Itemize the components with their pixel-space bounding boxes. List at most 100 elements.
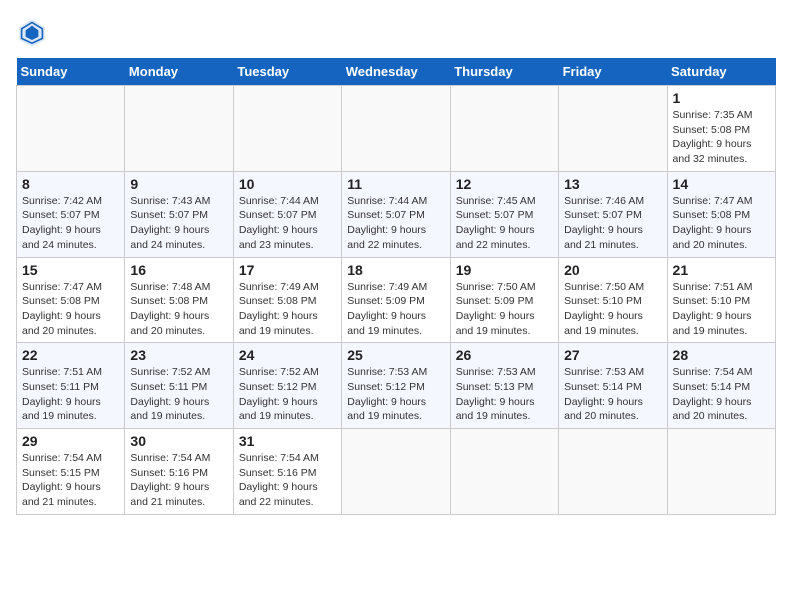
calendar-row: 29 Sunrise: 7:54 AM Sunset: 5:15 PM Dayli… bbox=[17, 429, 776, 515]
day-info: Sunrise: 7:50 AM Sunset: 5:10 PM Dayligh… bbox=[564, 280, 661, 339]
weekday-header: Monday bbox=[125, 58, 233, 86]
logo-icon bbox=[16, 16, 48, 48]
day-info: Sunrise: 7:54 AM Sunset: 5:15 PM Dayligh… bbox=[22, 451, 119, 510]
calendar-header: SundayMondayTuesdayWednesdayThursdayFrid… bbox=[17, 58, 776, 86]
day-number: 24 bbox=[239, 347, 336, 363]
day-cell: 14 Sunrise: 7:47 AM Sunset: 5:08 PM Dayli… bbox=[667, 171, 775, 257]
day-info: Sunrise: 7:51 AM Sunset: 5:11 PM Dayligh… bbox=[22, 365, 119, 424]
day-info: Sunrise: 7:35 AM Sunset: 5:08 PM Dayligh… bbox=[673, 108, 770, 167]
day-cell: 18 Sunrise: 7:49 AM Sunset: 5:09 PM Dayli… bbox=[342, 257, 450, 343]
calendar-row: 8 Sunrise: 7:42 AM Sunset: 5:07 PM Daylig… bbox=[17, 171, 776, 257]
day-number: 9 bbox=[130, 176, 227, 192]
day-info: Sunrise: 7:49 AM Sunset: 5:09 PM Dayligh… bbox=[347, 280, 444, 339]
empty-cell bbox=[342, 86, 450, 172]
day-number: 21 bbox=[673, 262, 770, 278]
day-info: Sunrise: 7:45 AM Sunset: 5:07 PM Dayligh… bbox=[456, 194, 553, 253]
calendar-row: 22 Sunrise: 7:51 AM Sunset: 5:11 PM Dayli… bbox=[17, 343, 776, 429]
day-cell: 1 Sunrise: 7:35 AM Sunset: 5:08 PM Daylig… bbox=[667, 86, 775, 172]
calendar-body: 1 Sunrise: 7:35 AM Sunset: 5:08 PM Daylig… bbox=[17, 86, 776, 515]
empty-cell bbox=[667, 429, 775, 515]
day-cell: 8 Sunrise: 7:42 AM Sunset: 5:07 PM Daylig… bbox=[17, 171, 125, 257]
day-number: 8 bbox=[22, 176, 119, 192]
day-cell: 23 Sunrise: 7:52 AM Sunset: 5:11 PM Dayli… bbox=[125, 343, 233, 429]
day-number: 15 bbox=[22, 262, 119, 278]
day-number: 31 bbox=[239, 433, 336, 449]
empty-cell bbox=[125, 86, 233, 172]
empty-cell bbox=[559, 86, 667, 172]
day-info: Sunrise: 7:44 AM Sunset: 5:07 PM Dayligh… bbox=[347, 194, 444, 253]
day-info: Sunrise: 7:53 AM Sunset: 5:13 PM Dayligh… bbox=[456, 365, 553, 424]
day-number: 19 bbox=[456, 262, 553, 278]
day-cell: 9 Sunrise: 7:43 AM Sunset: 5:07 PM Daylig… bbox=[125, 171, 233, 257]
day-info: Sunrise: 7:50 AM Sunset: 5:09 PM Dayligh… bbox=[456, 280, 553, 339]
day-cell: 22 Sunrise: 7:51 AM Sunset: 5:11 PM Dayli… bbox=[17, 343, 125, 429]
day-info: Sunrise: 7:43 AM Sunset: 5:07 PM Dayligh… bbox=[130, 194, 227, 253]
day-cell: 15 Sunrise: 7:47 AM Sunset: 5:08 PM Dayli… bbox=[17, 257, 125, 343]
day-cell: 13 Sunrise: 7:46 AM Sunset: 5:07 PM Dayli… bbox=[559, 171, 667, 257]
day-cell: 11 Sunrise: 7:44 AM Sunset: 5:07 PM Dayli… bbox=[342, 171, 450, 257]
day-info: Sunrise: 7:47 AM Sunset: 5:08 PM Dayligh… bbox=[22, 280, 119, 339]
weekday-header: Friday bbox=[559, 58, 667, 86]
logo bbox=[16, 16, 52, 48]
day-number: 26 bbox=[456, 347, 553, 363]
calendar-table: SundayMondayTuesdayWednesdayThursdayFrid… bbox=[16, 58, 776, 515]
empty-cell bbox=[450, 429, 558, 515]
day-cell: 10 Sunrise: 7:44 AM Sunset: 5:07 PM Dayli… bbox=[233, 171, 341, 257]
calendar-row: 15 Sunrise: 7:47 AM Sunset: 5:08 PM Dayli… bbox=[17, 257, 776, 343]
page-header bbox=[16, 16, 776, 48]
day-number: 16 bbox=[130, 262, 227, 278]
day-cell: 17 Sunrise: 7:49 AM Sunset: 5:08 PM Dayli… bbox=[233, 257, 341, 343]
day-cell: 19 Sunrise: 7:50 AM Sunset: 5:09 PM Dayli… bbox=[450, 257, 558, 343]
day-number: 22 bbox=[22, 347, 119, 363]
day-cell: 24 Sunrise: 7:52 AM Sunset: 5:12 PM Dayli… bbox=[233, 343, 341, 429]
day-cell: 28 Sunrise: 7:54 AM Sunset: 5:14 PM Dayli… bbox=[667, 343, 775, 429]
day-info: Sunrise: 7:51 AM Sunset: 5:10 PM Dayligh… bbox=[673, 280, 770, 339]
day-info: Sunrise: 7:46 AM Sunset: 5:07 PM Dayligh… bbox=[564, 194, 661, 253]
day-number: 25 bbox=[347, 347, 444, 363]
empty-cell bbox=[450, 86, 558, 172]
day-number: 11 bbox=[347, 176, 444, 192]
day-info: Sunrise: 7:52 AM Sunset: 5:12 PM Dayligh… bbox=[239, 365, 336, 424]
day-number: 13 bbox=[564, 176, 661, 192]
day-cell: 25 Sunrise: 7:53 AM Sunset: 5:12 PM Dayli… bbox=[342, 343, 450, 429]
weekday-header: Sunday bbox=[17, 58, 125, 86]
day-info: Sunrise: 7:42 AM Sunset: 5:07 PM Dayligh… bbox=[22, 194, 119, 253]
weekday-header: Tuesday bbox=[233, 58, 341, 86]
day-info: Sunrise: 7:47 AM Sunset: 5:08 PM Dayligh… bbox=[673, 194, 770, 253]
day-number: 17 bbox=[239, 262, 336, 278]
day-cell: 16 Sunrise: 7:48 AM Sunset: 5:08 PM Dayli… bbox=[125, 257, 233, 343]
day-cell: 27Sunrise: 7:53 AM Sunset: 5:14 PM Dayli… bbox=[559, 343, 667, 429]
weekday-header: Thursday bbox=[450, 58, 558, 86]
weekday-header: Wednesday bbox=[342, 58, 450, 86]
day-number: 28 bbox=[673, 347, 770, 363]
empty-cell bbox=[233, 86, 341, 172]
calendar-row: 1 Sunrise: 7:35 AM Sunset: 5:08 PM Daylig… bbox=[17, 86, 776, 172]
day-info: Sunrise: 7:48 AM Sunset: 5:08 PM Dayligh… bbox=[130, 280, 227, 339]
day-cell: 21 Sunrise: 7:51 AM Sunset: 5:10 PM Dayli… bbox=[667, 257, 775, 343]
day-cell: 30 Sunrise: 7:54 AM Sunset: 5:16 PM Dayli… bbox=[125, 429, 233, 515]
day-number: 1 bbox=[673, 90, 770, 106]
day-number: 10 bbox=[239, 176, 336, 192]
day-info: Sunrise: 7:44 AM Sunset: 5:07 PM Dayligh… bbox=[239, 194, 336, 253]
day-number: 18 bbox=[347, 262, 444, 278]
day-info: Sunrise: 7:49 AM Sunset: 5:08 PM Dayligh… bbox=[239, 280, 336, 339]
weekday-header: Saturday bbox=[667, 58, 775, 86]
day-cell: 12 Sunrise: 7:45 AM Sunset: 5:07 PM Dayli… bbox=[450, 171, 558, 257]
day-info: Sunrise: 7:53 AM Sunset: 5:12 PM Dayligh… bbox=[347, 365, 444, 424]
day-number: 29 bbox=[22, 433, 119, 449]
day-info: Sunrise: 7:54 AM Sunset: 5:16 PM Dayligh… bbox=[130, 451, 227, 510]
empty-cell bbox=[17, 86, 125, 172]
empty-cell bbox=[559, 429, 667, 515]
day-info: Sunrise: 7:52 AM Sunset: 5:11 PM Dayligh… bbox=[130, 365, 227, 424]
day-info: Sunrise: 7:54 AM Sunset: 5:14 PM Dayligh… bbox=[673, 365, 770, 424]
day-number: 14 bbox=[673, 176, 770, 192]
day-number: 20 bbox=[564, 262, 661, 278]
day-cell: 29 Sunrise: 7:54 AM Sunset: 5:15 PM Dayli… bbox=[17, 429, 125, 515]
day-number: 12 bbox=[456, 176, 553, 192]
day-number: 30 bbox=[130, 433, 227, 449]
day-number: 23 bbox=[130, 347, 227, 363]
day-cell: 31 Sunrise: 7:54 AM Sunset: 5:16 PM Dayli… bbox=[233, 429, 341, 515]
empty-cell bbox=[342, 429, 450, 515]
day-info: Sunrise: 7:54 AM Sunset: 5:16 PM Dayligh… bbox=[239, 451, 336, 510]
day-number: 27 bbox=[564, 347, 661, 363]
